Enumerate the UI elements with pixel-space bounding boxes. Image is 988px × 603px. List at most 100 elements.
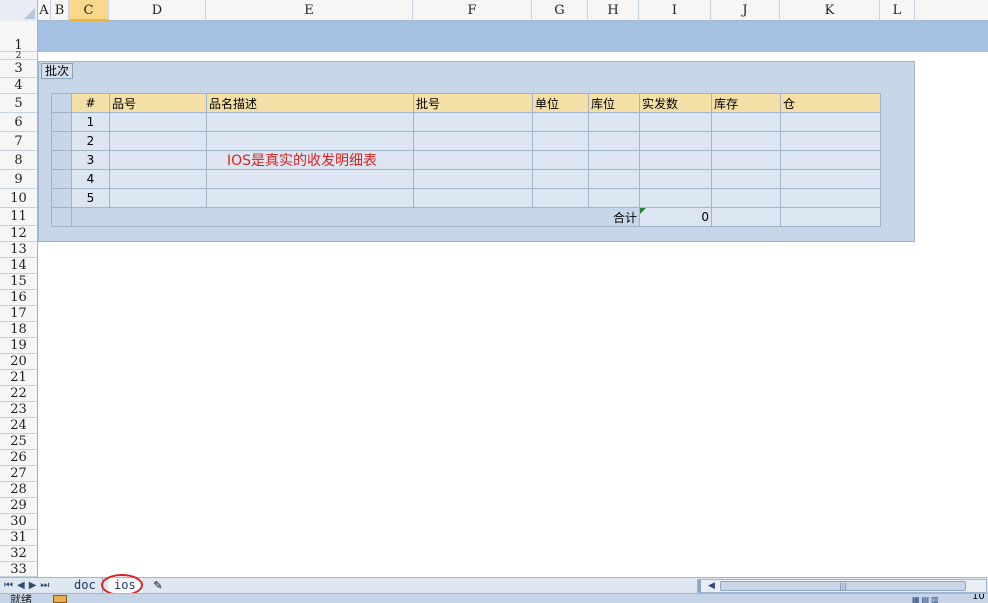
cell[interactable] — [780, 131, 881, 151]
cell[interactable] — [532, 188, 589, 208]
cell[interactable] — [413, 112, 533, 132]
row-header-21[interactable]: 21 — [0, 370, 37, 386]
row-header-10[interactable]: 10 — [0, 189, 37, 208]
horizontal-scrollbar[interactable]: ◀ ||| — [697, 579, 987, 593]
row-header-2[interactable]: 2 — [0, 52, 37, 61]
cell[interactable] — [588, 188, 640, 208]
cell[interactable] — [639, 169, 712, 189]
scroll-thumb[interactable]: ||| — [720, 581, 966, 591]
cell[interactable] — [780, 207, 881, 227]
cell[interactable] — [109, 150, 207, 170]
scroll-left-icon[interactable]: ◀ — [708, 581, 715, 591]
row-header-19[interactable]: 19 — [0, 338, 37, 354]
row-header-3[interactable]: 3 — [0, 60, 37, 78]
row-header-12[interactable]: 12 — [0, 226, 37, 242]
row-index[interactable]: 4 — [71, 169, 110, 189]
zoom-level[interactable]: 10 — [972, 594, 985, 602]
row-header-25[interactable]: 25 — [0, 434, 37, 450]
row-header-31[interactable]: 31 — [0, 530, 37, 546]
column-header-d[interactable]: D — [109, 0, 206, 21]
column-header-a[interactable]: A — [38, 0, 51, 21]
row-header-6[interactable]: 6 — [0, 113, 37, 132]
row-header-23[interactable]: 23 — [0, 402, 37, 418]
row-selector[interactable] — [51, 93, 72, 113]
cell[interactable] — [109, 131, 207, 151]
row-header-11[interactable]: 11 — [0, 208, 37, 226]
column-header-e[interactable]: E — [206, 0, 413, 21]
column-header-i[interactable]: I — [639, 0, 711, 21]
row-selector[interactable] — [51, 207, 72, 227]
sheet-tab-doc[interactable]: doc — [68, 578, 103, 594]
row-header-26[interactable]: 26 — [0, 450, 37, 466]
row-header-33[interactable]: 33 — [0, 562, 37, 577]
cell[interactable] — [711, 169, 781, 189]
row-header-9[interactable]: 9 — [0, 170, 37, 189]
column-header-c[interactable]: C — [69, 0, 109, 21]
row-header-15[interactable]: 15 — [0, 274, 37, 290]
column-header-j[interactable]: J — [711, 0, 780, 21]
row-header-5[interactable]: 5 — [0, 94, 37, 113]
row-index[interactable]: 2 — [71, 131, 110, 151]
header-location[interactable]: 库位 — [588, 93, 640, 113]
cell[interactable] — [711, 131, 781, 151]
column-header-l[interactable]: L — [880, 0, 915, 21]
row-header-8[interactable]: 8 — [0, 151, 37, 170]
row-selector[interactable] — [51, 150, 72, 170]
row-selector[interactable] — [51, 131, 72, 151]
cell[interactable] — [780, 112, 881, 132]
header-stock[interactable]: 库存 — [711, 93, 781, 113]
header-batch-no[interactable]: 批号 — [413, 93, 533, 113]
cell[interactable] — [413, 150, 533, 170]
row-header-18[interactable]: 18 — [0, 322, 37, 338]
column-header-f[interactable]: F — [413, 0, 532, 21]
row-header-27[interactable]: 27 — [0, 466, 37, 482]
row-header-24[interactable]: 24 — [0, 418, 37, 434]
row-header-22[interactable]: 22 — [0, 386, 37, 402]
insert-sheet-icon[interactable]: ✎ — [150, 579, 166, 592]
column-header-g[interactable]: G — [532, 0, 588, 21]
row-header-28[interactable]: 28 — [0, 482, 37, 498]
select-all-corner[interactable] — [0, 0, 38, 21]
cell[interactable] — [206, 188, 414, 208]
column-header-k[interactable]: K — [780, 0, 880, 21]
cell[interactable] — [780, 150, 881, 170]
cell[interactable] — [413, 169, 533, 189]
header-item-no[interactable]: 品号 — [109, 93, 207, 113]
cell[interactable] — [711, 188, 781, 208]
cell[interactable] — [532, 150, 589, 170]
cell[interactable] — [206, 112, 414, 132]
row-header-20[interactable]: 20 — [0, 354, 37, 370]
view-mode-icons[interactable]: ▦▤▥ — [912, 595, 941, 603]
row-header-13[interactable]: 13 — [0, 242, 37, 258]
cell[interactable] — [206, 169, 414, 189]
header-item-desc[interactable]: 品名描述 — [206, 93, 414, 113]
row-header-30[interactable]: 30 — [0, 514, 37, 530]
cell[interactable] — [780, 188, 881, 208]
cell[interactable] — [588, 169, 640, 189]
cell[interactable] — [639, 131, 712, 151]
header-issued-qty[interactable]: 实发数 — [639, 93, 712, 113]
column-header-h[interactable]: H — [588, 0, 639, 21]
header-unit[interactable]: 单位 — [532, 93, 589, 113]
cell[interactable] — [532, 131, 589, 151]
cell[interactable] — [639, 150, 712, 170]
total-value[interactable]: 0 — [639, 207, 712, 227]
macro-record-icon[interactable] — [53, 595, 67, 603]
row-selector[interactable] — [51, 169, 72, 189]
cell[interactable] — [532, 169, 589, 189]
row-selector[interactable] — [51, 112, 72, 132]
cell[interactable] — [711, 112, 781, 132]
sheet-grid[interactable]: 批次 # 品号 品名描述 批号 单位 库位 实发数 库存 仓 1 2 3 4 5… — [38, 21, 988, 577]
cell[interactable] — [588, 150, 640, 170]
row-header-32[interactable]: 32 — [0, 546, 37, 562]
cell[interactable] — [413, 188, 533, 208]
row-header-16[interactable]: 16 — [0, 290, 37, 306]
cell[interactable] — [206, 131, 414, 151]
cell[interactable] — [711, 207, 781, 227]
row-header-4[interactable]: 4 — [0, 78, 37, 94]
header-index[interactable]: # — [71, 93, 110, 113]
row-index[interactable]: 1 — [71, 112, 110, 132]
cell[interactable] — [413, 131, 533, 151]
row-header-1[interactable]: 1 — [0, 21, 37, 53]
row-header-7[interactable]: 7 — [0, 132, 37, 151]
